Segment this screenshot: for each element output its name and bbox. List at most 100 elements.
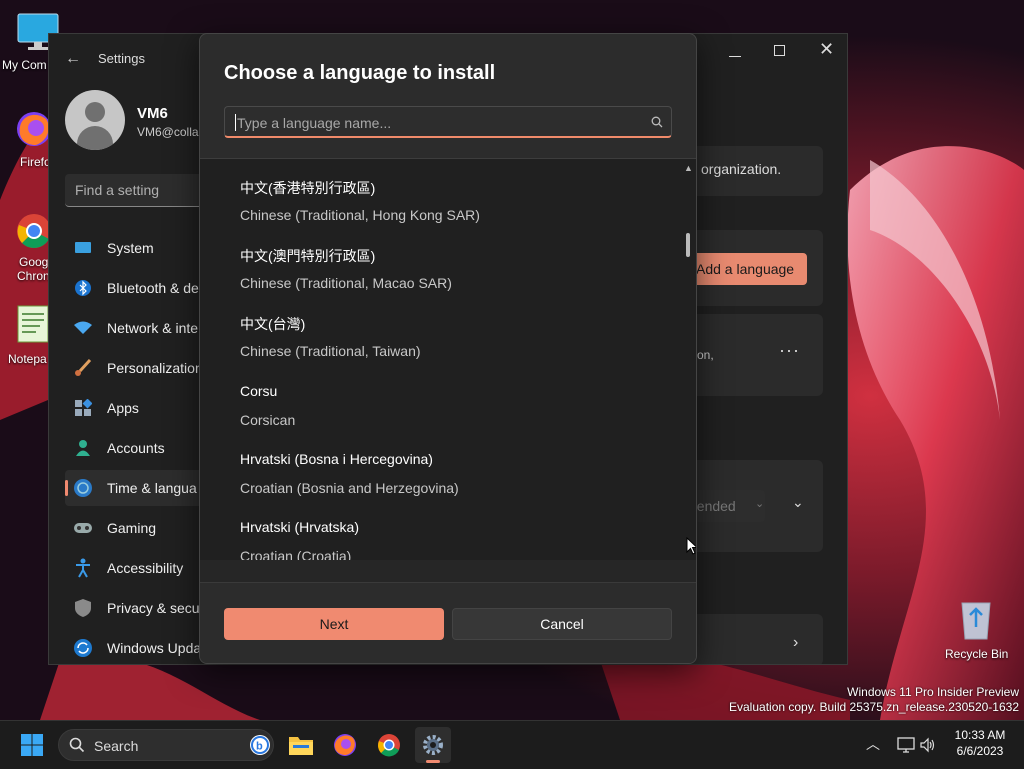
language-native-name: Hrvatski (Hrvatska) [240, 519, 360, 535]
folder-icon [289, 737, 313, 755]
taskbar-search-label: Search [94, 738, 139, 754]
system-icon [73, 238, 93, 258]
text-caret [235, 114, 236, 131]
recycle-bin-label: Recycle Bin [945, 647, 1009, 661]
language-list-item[interactable]: Corsu Corsican [240, 383, 660, 431]
bing-icon: b [250, 735, 270, 755]
language-english-name: Corsican [240, 412, 296, 428]
notepad-icon [17, 305, 49, 343]
watermark-line-2: Evaluation copy. Build 25375.zn_release.… [729, 700, 1019, 714]
nav-label: Accessibility [107, 560, 184, 576]
nav-label: System [107, 240, 154, 256]
language-native-name: 中文(台灣) [240, 316, 306, 332]
clock-time: 10:33 AM [954, 728, 1006, 742]
find-setting-input[interactable]: Find a setting [65, 174, 205, 207]
chevron-right-icon[interactable]: › [793, 634, 798, 652]
settings-title: Settings [98, 51, 145, 66]
close-icon[interactable]: ✕ [819, 39, 834, 60]
active-app-indicator [426, 760, 440, 763]
language-english-name: Chinese (Traditional, Macao SAR) [240, 275, 452, 291]
dialog-footer: Next Cancel [200, 583, 696, 663]
bluetooth-icon [73, 278, 93, 298]
scroll-up-icon[interactable]: ▲ [684, 163, 693, 173]
windows-logo-icon [21, 734, 43, 756]
clock-date: 6/6/2023 [956, 744, 1004, 758]
desktop-icon-label: Firefo [20, 155, 51, 169]
list-spacer [200, 560, 696, 583]
avatar [65, 90, 125, 150]
language-list-item[interactable]: 中文(香港特別行政區) Chinese (Traditional, Hong K… [240, 178, 660, 226]
nav-label: Gaming [107, 520, 157, 536]
nav-label: Time & langua [107, 480, 197, 496]
brush-icon [73, 358, 93, 378]
user-email: VM6@collal [137, 125, 202, 139]
language-item-text: on, [697, 348, 714, 362]
language-list[interactable]: 中文(香港特別行政區) Chinese (Traditional, Hong K… [200, 158, 696, 562]
language-list-item[interactable]: 中文(澳門特別行政區) Chinese (Traditional, Macao … [240, 246, 660, 294]
back-arrow-icon[interactable]: ← [65, 50, 81, 68]
desktop-icon-label: My Com [2, 58, 47, 72]
minimize-icon[interactable] [729, 42, 741, 57]
cancel-button[interactable]: Cancel [452, 608, 672, 640]
nav-label: Apps [107, 400, 139, 416]
chevron-down-icon: ⌄ [755, 498, 765, 510]
desktop-icon-label: Goog [19, 255, 49, 269]
next-button[interactable]: Next [224, 608, 444, 640]
language-list-item[interactable]: Hrvatski (Bosna i Hercegovina) Croatian … [240, 451, 660, 499]
recycle-bin-icon [961, 602, 991, 640]
nav-label: Privacy & secu [107, 600, 200, 616]
show-hidden-icons-chevron-icon[interactable]: ︿ [866, 734, 880, 754]
nav-label: Network & inte [107, 320, 199, 336]
choose-language-dialog: Choose a language to install 中文(香港特別行政區)… [199, 33, 697, 664]
time-language-icon [73, 478, 93, 498]
language-english-name: Chinese (Traditional, Hong Kong SAR) [240, 207, 480, 223]
desktop-icon-label: Notepa [8, 352, 47, 366]
nav-label: Accounts [107, 440, 165, 456]
nav-label: Windows Upda [107, 640, 202, 656]
gaming-icon [73, 518, 93, 538]
clock[interactable]: 10:33 AM 6/6/2023 [940, 727, 1020, 759]
accessibility-icon [73, 558, 93, 578]
watermark-line-1: Windows 11 Pro Insider Preview [847, 685, 1019, 699]
search-icon [651, 116, 663, 128]
more-options-icon[interactable]: ··· [779, 340, 800, 361]
nav-label: Bluetooth & de [107, 280, 199, 296]
taskbar-settings[interactable] [415, 727, 451, 763]
start-button[interactable] [14, 727, 50, 763]
taskbar-search-box[interactable]: Search b [58, 729, 274, 761]
svg-text:b: b [256, 741, 263, 753]
scrollbar-thumb[interactable] [686, 233, 690, 257]
dialog-title: Choose a language to install [224, 62, 496, 84]
language-native-name: Corsu [240, 383, 278, 399]
language-native-name: Hrvatski (Bosna i Hercegovina) [240, 451, 433, 467]
taskbar-file-explorer[interactable] [283, 727, 319, 763]
language-search-box[interactable] [224, 106, 672, 138]
taskbar-firefox[interactable] [327, 727, 363, 763]
network-icon [73, 318, 93, 338]
find-setting-placeholder: Find a setting [75, 182, 160, 198]
language-list-item[interactable]: Hrvatski (Hrvatska) Croatian (Croatia) [240, 519, 660, 561]
language-search-input[interactable] [235, 112, 639, 134]
taskbar: Search b ︿ 10:33 AM 6/6/2023 [0, 720, 1024, 769]
apps-icon [73, 398, 93, 418]
language-english-name: Chinese (Traditional, Taiwan) [240, 343, 421, 359]
nav-selected-indicator [65, 480, 68, 496]
desktop-icon-recycle-bin[interactable]: Recycle Bin [940, 595, 1012, 661]
expand-chevron-icon[interactable]: ⌄ [792, 494, 804, 511]
user-name: VM6 [137, 105, 168, 122]
network-status-icon[interactable] [897, 737, 915, 753]
taskbar-chrome[interactable] [371, 727, 407, 763]
shield-icon [73, 598, 93, 618]
language-list-item[interactable]: 中文(台灣) Chinese (Traditional, Taiwan) [240, 314, 660, 362]
gear-icon [423, 735, 443, 755]
chrome-icon [378, 734, 400, 757]
mouse-cursor-icon [686, 537, 696, 555]
add-language-label: Add a language [696, 261, 795, 277]
add-language-button[interactable]: Add a language [693, 253, 807, 285]
desktop-icon-label-2: Chron [17, 269, 50, 283]
search-icon [69, 737, 85, 753]
language-native-name: 中文(香港特別行政區) [240, 180, 376, 196]
maximize-icon[interactable] [774, 45, 785, 56]
update-icon [73, 638, 93, 658]
volume-icon[interactable] [920, 737, 936, 753]
